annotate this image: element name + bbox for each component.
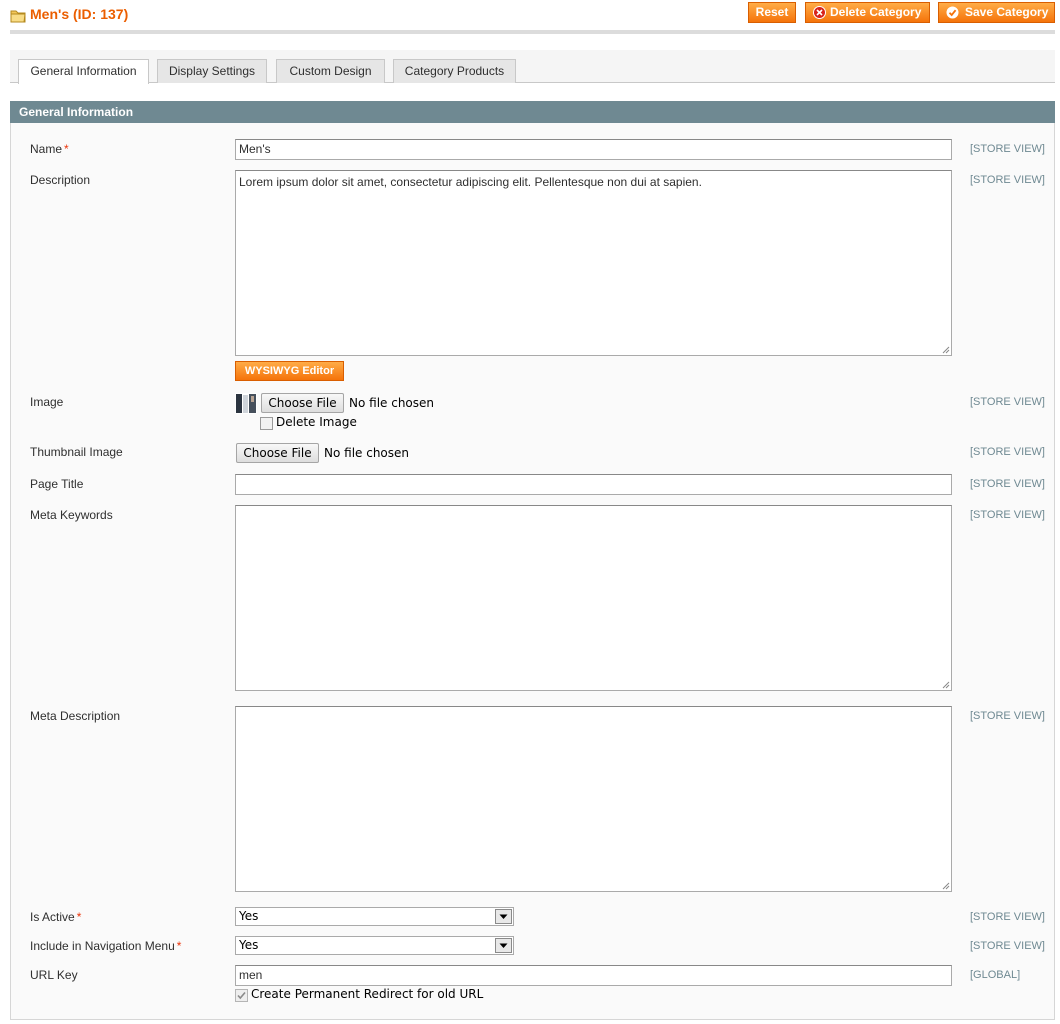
checkmark-icon — [237, 991, 246, 1000]
tabs-bar: General Information Display Settings Cus… — [10, 50, 1055, 84]
save-category-button[interactable]: Save Category — [938, 2, 1055, 23]
thumbnail-file-status: No file chosen — [324, 446, 410, 460]
tab-general-information[interactable]: General Information — [18, 59, 149, 84]
is-active-select[interactable]: Yes — [235, 907, 514, 926]
url-key-scope: [GLOBAL] — [970, 969, 1021, 981]
name-scope: [STORE VIEW] — [970, 143, 1045, 155]
page-header: Men's (ID: 137) Reset Delete Category Sa… — [0, 0, 1060, 34]
image-file-status: No file chosen — [349, 396, 435, 410]
tab-category-products[interactable]: Category Products — [393, 59, 516, 83]
page-title: Men's (ID: 137) — [30, 6, 129, 22]
tab-custom-design[interactable]: Custom Design — [276, 59, 385, 83]
thumbnail-scope: [STORE VIEW] — [970, 446, 1045, 458]
checkmark-icon — [946, 6, 959, 19]
create-redirect-label: Create Permanent Redirect for old URL — [251, 987, 484, 1001]
image-scope: [STORE VIEW] — [970, 396, 1045, 408]
section-header: General Information — [10, 101, 1055, 123]
chevron-down-icon — [499, 914, 508, 919]
meta-keywords-label: Meta Keywords — [30, 508, 113, 522]
folder-icon — [10, 10, 26, 23]
meta-description-textarea[interactable] — [235, 706, 952, 892]
image-choose-file-button[interactable]: Choose File — [261, 393, 344, 413]
is-active-label: Is Active * — [30, 910, 82, 924]
meta-keywords-scope: [STORE VIEW] — [970, 509, 1045, 521]
resize-grip-icon[interactable] — [941, 680, 950, 689]
header-divider — [10, 30, 1055, 34]
url-key-label: URL Key — [30, 968, 78, 982]
save-category-label: Save Category — [965, 5, 1049, 19]
include-in-menu-scope: [STORE VIEW] — [970, 940, 1045, 952]
resize-grip-icon[interactable] — [941, 881, 950, 890]
name-input[interactable]: Men's — [235, 139, 952, 160]
delete-icon — [813, 6, 826, 19]
delete-image-label: Delete Image — [276, 415, 357, 429]
page-title-label: Page Title — [30, 477, 84, 491]
include-in-menu-select[interactable]: Yes — [235, 936, 514, 955]
resize-grip-icon[interactable] — [941, 345, 950, 354]
description-scope: [STORE VIEW] — [970, 174, 1045, 186]
is-active-scope: [STORE VIEW] — [970, 911, 1045, 923]
name-label: Name * — [30, 142, 69, 156]
include-in-menu-label: Include in Navigation Menu * — [30, 939, 182, 953]
chevron-down-icon — [499, 943, 508, 948]
url-key-input[interactable]: men — [235, 965, 952, 986]
thumbnail-label: Thumbnail Image — [30, 445, 123, 459]
tab-display-settings[interactable]: Display Settings — [157, 59, 267, 83]
description-text: Lorem ipsum dolor sit amet, consectetur … — [239, 175, 702, 189]
wysiwyg-editor-button[interactable]: WYSIWYG Editor — [235, 361, 344, 381]
delete-image-checkbox[interactable] — [260, 417, 273, 430]
image-thumbnail[interactable] — [235, 393, 257, 414]
meta-keywords-textarea[interactable] — [235, 505, 952, 691]
include-in-menu-value: Yes — [239, 938, 259, 952]
is-active-value: Yes — [239, 909, 259, 923]
description-textarea[interactable]: Lorem ipsum dolor sit amet, consectetur … — [235, 170, 952, 356]
dropdown-arrow — [495, 909, 512, 924]
meta-description-label: Meta Description — [30, 709, 121, 723]
description-label: Description — [30, 173, 91, 187]
create-redirect-checkbox[interactable] — [235, 989, 248, 1002]
dropdown-arrow — [495, 938, 512, 953]
page-title-input[interactable] — [235, 474, 952, 495]
reset-button[interactable]: Reset — [748, 2, 796, 23]
page-title-scope: [STORE VIEW] — [970, 478, 1045, 490]
image-label: Image — [30, 395, 64, 409]
thumbnail-choose-file-button[interactable]: Choose File — [236, 443, 319, 463]
delete-category-button[interactable]: Delete Category — [805, 2, 930, 23]
meta-description-scope: [STORE VIEW] — [970, 710, 1045, 722]
delete-category-label: Delete Category — [830, 5, 922, 19]
